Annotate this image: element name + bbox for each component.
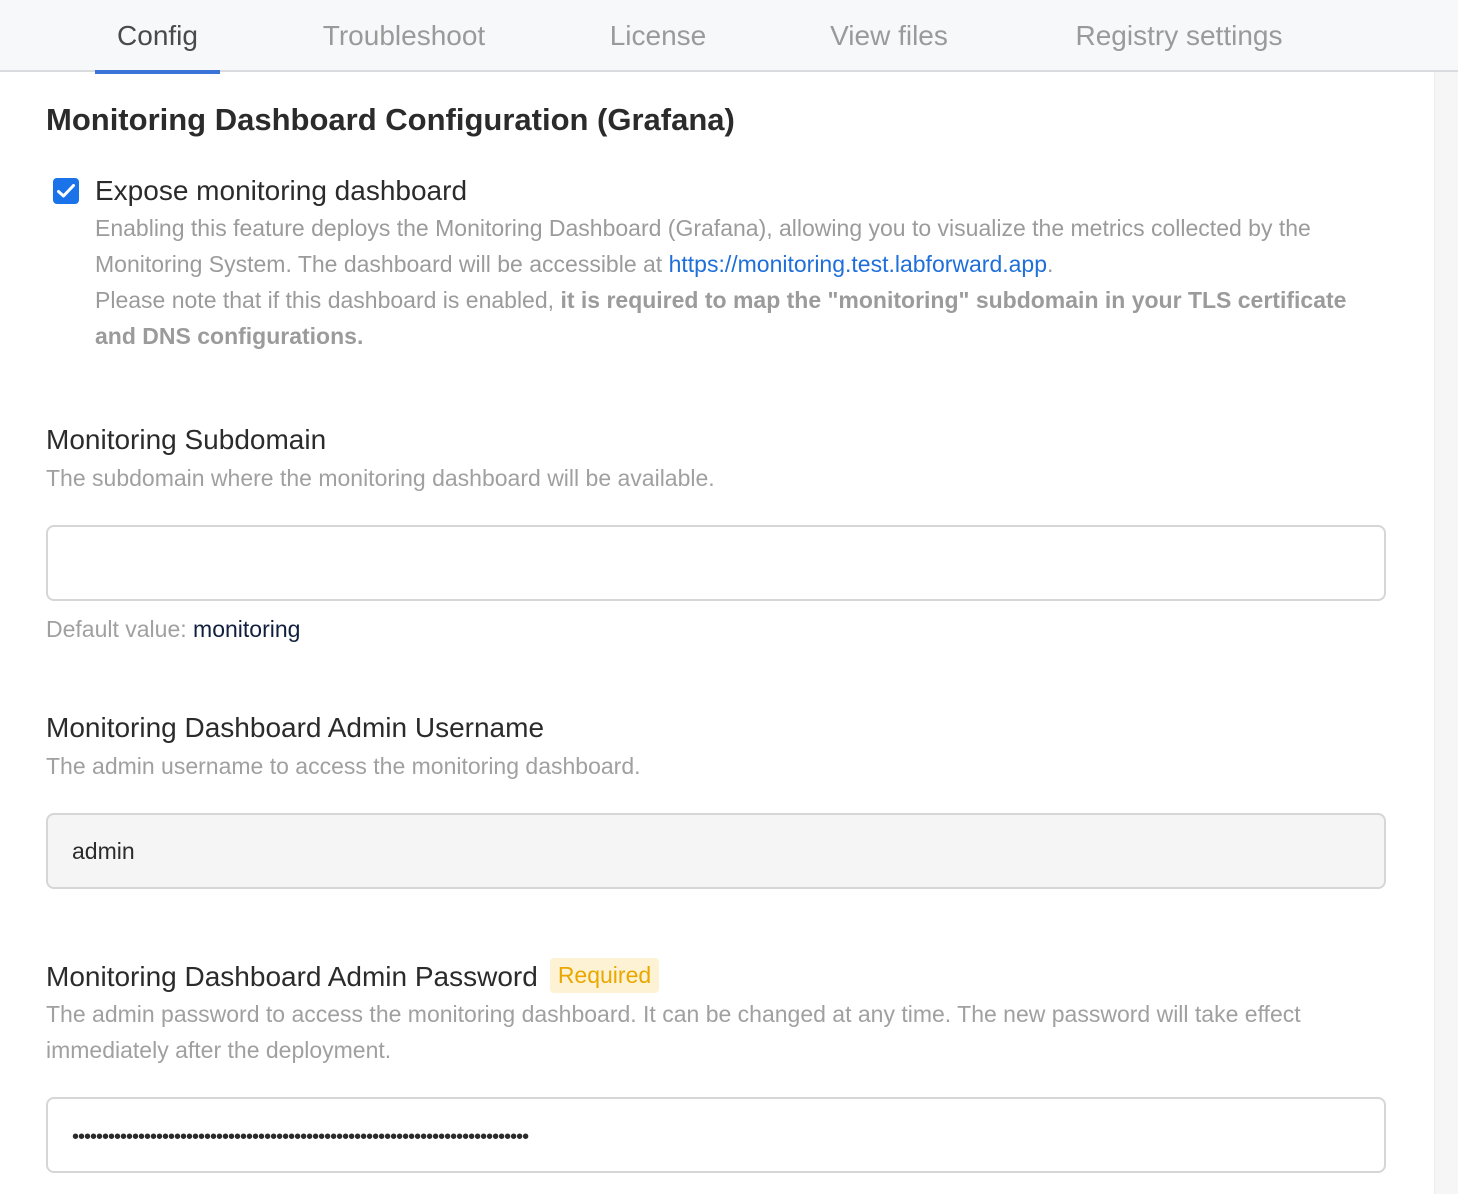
tab-troubleshoot[interactable]: Troubleshoot: [300, 0, 508, 72]
subdomain-label: Monitoring Subdomain: [46, 424, 327, 455]
tab-bar: Config Troubleshoot License View files R…: [0, 0, 1458, 74]
tab-license[interactable]: License: [590, 0, 726, 72]
subdomain-default-value: monitoring: [193, 616, 301, 642]
username-input[interactable]: admin: [46, 813, 1386, 889]
subdomain-input[interactable]: [46, 525, 1386, 601]
tab-view-files[interactable]: View files: [810, 0, 968, 72]
expose-dashboard-label[interactable]: Expose monitoring dashboard: [95, 175, 467, 207]
password-label: Monitoring Dashboard Admin Password Requi…: [46, 958, 660, 993]
password-description: The admin password to access the monitor…: [46, 1001, 1301, 1063]
expose-dashboard-help: Enabling this feature deploys the Monito…: [95, 215, 1347, 349]
section-title: Monitoring Dashboard Configuration (Graf…: [46, 102, 735, 137]
expose-dashboard-checkbox[interactable]: [53, 178, 79, 204]
username-value: admin: [72, 837, 135, 864]
password-input[interactable]: ••••••••••••••••••••••••••••••••••••••••…: [46, 1097, 1386, 1173]
username-description: The admin username to access the monitor…: [46, 753, 641, 779]
monitoring-url-link[interactable]: https://monitoring.test.labforward.app: [669, 251, 1047, 277]
subdomain-default: Default value: monitoring: [46, 616, 301, 642]
password-masked-value: ••••••••••••••••••••••••••••••••••••••••…: [72, 1125, 529, 1148]
username-label: Monitoring Dashboard Admin Username: [46, 712, 545, 743]
subdomain-description: The subdomain where the monitoring dashb…: [46, 465, 715, 491]
checkmark-icon: [57, 184, 75, 198]
tab-registry-settings[interactable]: Registry settings: [1050, 0, 1308, 72]
note-text: Please note that if this dashboard is en…: [95, 287, 561, 313]
tab-config[interactable]: Config: [95, 0, 220, 74]
scrollbar-track[interactable]: [1434, 72, 1458, 1194]
required-badge: Required: [549, 958, 660, 993]
